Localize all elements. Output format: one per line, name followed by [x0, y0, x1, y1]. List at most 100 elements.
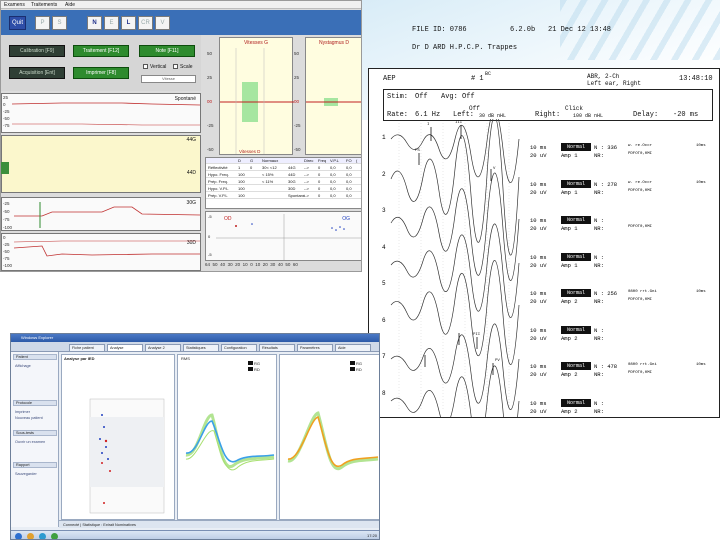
table-cell: < 15% — [262, 172, 274, 177]
trace-30g: 30G -25 -50 -75 -100 — [1, 197, 201, 231]
table-cell: Prép. Freq. — [208, 179, 229, 184]
axis-tick: -50 — [207, 147, 214, 152]
imprimer-button[interactable]: Imprimer [F8] — [73, 67, 129, 79]
record-time: 13:48:10 — [679, 75, 713, 83]
axis-tick: 20 — [262, 262, 268, 267]
trace-waveform — [11, 102, 201, 126]
menu-traitements[interactable]: Traitements — [31, 2, 57, 8]
normal-badge: Normal — [561, 398, 591, 407]
row-number: 8 — [382, 389, 386, 397]
mode-select[interactable]: Vitesse — [141, 75, 196, 83]
row-code: PDFOT0,0MI — [628, 298, 653, 302]
tab-statistiques[interactable]: Statistiques — [183, 344, 219, 352]
normal-badge: Normal — [561, 179, 591, 188]
note-button[interactable]: Note [F11] — [139, 45, 195, 57]
waveform-panel-left: RMS RG RD — [177, 354, 277, 520]
axis-tick: 00 — [207, 99, 213, 104]
tab-strip: Fiche patient Analyse Analyse 2 Statisti… — [11, 342, 379, 352]
scale-checkbox[interactable]: Scale — [173, 64, 193, 70]
toolbar-button-s[interactable]: S — [52, 16, 67, 30]
tab-configuration[interactable]: Configuration — [221, 344, 257, 352]
table-cell: 44G — [288, 165, 296, 170]
row-amp-scale: 20 uV — [530, 407, 547, 415]
axis-tick: 64 — [205, 262, 211, 267]
toolbar-button-p[interactable]: P — [35, 16, 50, 30]
table-row: Hypo. V.P.L 100 30D --> 0 0,0 0,0 — [206, 186, 361, 192]
row-ref: 10ms — [696, 290, 706, 294]
app-icon[interactable] — [51, 533, 58, 539]
level-marker — [1, 162, 9, 174]
vertical-checkbox[interactable]: Vertical — [143, 64, 166, 70]
row-amp-scale: 20 uV — [530, 188, 547, 196]
row-window: w. re.Occr — [628, 180, 653, 185]
acquisition-button[interactable]: Acquisition [Ent] — [9, 67, 65, 79]
axis-tick: 50 — [212, 262, 218, 267]
table-cell: 30D — [288, 186, 296, 191]
row-code: PDFOT0,0MI — [628, 371, 653, 375]
table-cell: Hypo. V.P.L — [208, 186, 229, 191]
axis-tick: -25 — [294, 123, 301, 128]
toolbar-button-n[interactable]: N — [87, 16, 102, 30]
tab-analyse[interactable]: Analyse — [107, 344, 143, 352]
taskbar: 17:20 — [11, 530, 379, 539]
table-header: FO — [346, 158, 352, 163]
rate-label: Rate: — [387, 111, 409, 119]
aep-file-header: FILE ID: 0786 6.2.0b 21 Dec 12 13:48 Dr … — [370, 18, 720, 68]
delay-value: -20 ms — [673, 111, 699, 119]
tab-aide[interactable]: Aide — [335, 344, 371, 352]
sidebar-item[interactable]: Imprimer — [15, 410, 30, 414]
table-header: D — [238, 158, 241, 163]
row-amp-label: Amp 2 — [561, 371, 578, 378]
row-window: w. re.Occr — [628, 144, 653, 148]
axis-tick: 0 — [250, 262, 253, 267]
row-amp-label: Amp 1 — [561, 188, 578, 196]
peak-label: I — [427, 123, 429, 127]
table-cell: < 11% — [262, 179, 274, 184]
explorer-icon[interactable] — [27, 533, 34, 539]
tab-fiche-patient[interactable]: Fiche patient — [69, 344, 105, 352]
row-nr-label: NR: — [594, 334, 604, 342]
toolbar-button-l[interactable]: L — [121, 16, 136, 30]
traitement-button[interactable]: Traitement [F12] — [73, 45, 129, 57]
start-icon[interactable] — [15, 533, 22, 539]
row-ref: 10ms — [696, 144, 706, 148]
trace-label: 44D — [186, 170, 196, 176]
calibration-button[interactable]: Calibration [F9] — [9, 45, 65, 57]
waveform-panel-right: RG RD — [279, 354, 379, 520]
row-nr-label: NR: — [594, 225, 604, 232]
toolbar-button-v[interactable]: V — [155, 16, 170, 30]
menu-aide[interactable]: Aide — [65, 2, 75, 8]
menu-examens[interactable]: Examens — [4, 2, 25, 8]
rate-value: 6.1 Hz — [415, 111, 441, 119]
sidebar-item[interactable]: Sauvegarder — [15, 472, 37, 476]
tab-resultats[interactable]: Résultats — [259, 344, 295, 352]
tab-parametres[interactable]: Paramètres — [297, 344, 333, 352]
sidebar-item[interactable]: Nouveau patient — [15, 416, 43, 420]
row-time-scale: 10 ms — [530, 253, 547, 261]
row-code: PDFOT0,0MI — [628, 152, 653, 156]
row-time-scale: 10 ms — [530, 363, 547, 370]
table-header: ( — [356, 158, 358, 163]
table-cell: 0,0 — [330, 179, 336, 184]
sidebar-item[interactable]: Affichage — [15, 364, 31, 368]
table-cell: Réflectivité — [208, 165, 228, 170]
sidebar-item[interactable]: Ouvrir un examen — [15, 440, 45, 444]
row-amp-scale: 20 uV — [530, 261, 547, 269]
toolbar-button-cr[interactable]: CR — [138, 16, 153, 30]
row-number: 2 — [382, 170, 386, 178]
toolbar-button-e[interactable]: E — [104, 16, 119, 30]
table-header-row: D G Normaux Direc Freq V.P.L FO ( — [206, 158, 361, 164]
row-amp-scale: 20 uV — [530, 152, 547, 159]
browser-icon[interactable] — [39, 533, 46, 539]
ied-analysis-panel: Analyse par IED — [61, 354, 175, 520]
left-label: Left: — [453, 111, 475, 119]
x-axis-ticks: 64 50 40 30 20 10 0 10 20 30 40 50 60 — [205, 262, 298, 267]
overlaid-waveforms-right — [287, 411, 379, 471]
table-cell: 100 — [238, 186, 245, 191]
axis-tick: 50 — [294, 51, 300, 56]
tab-analyse-2[interactable]: Analyse 2 — [145, 344, 181, 352]
table-cell: 0,0 — [346, 179, 352, 184]
bc-label: BC — [485, 71, 492, 77]
quit-button[interactable]: Quit — [9, 16, 26, 30]
menu-bar: Examens Traitements Aide — [1, 1, 361, 9]
